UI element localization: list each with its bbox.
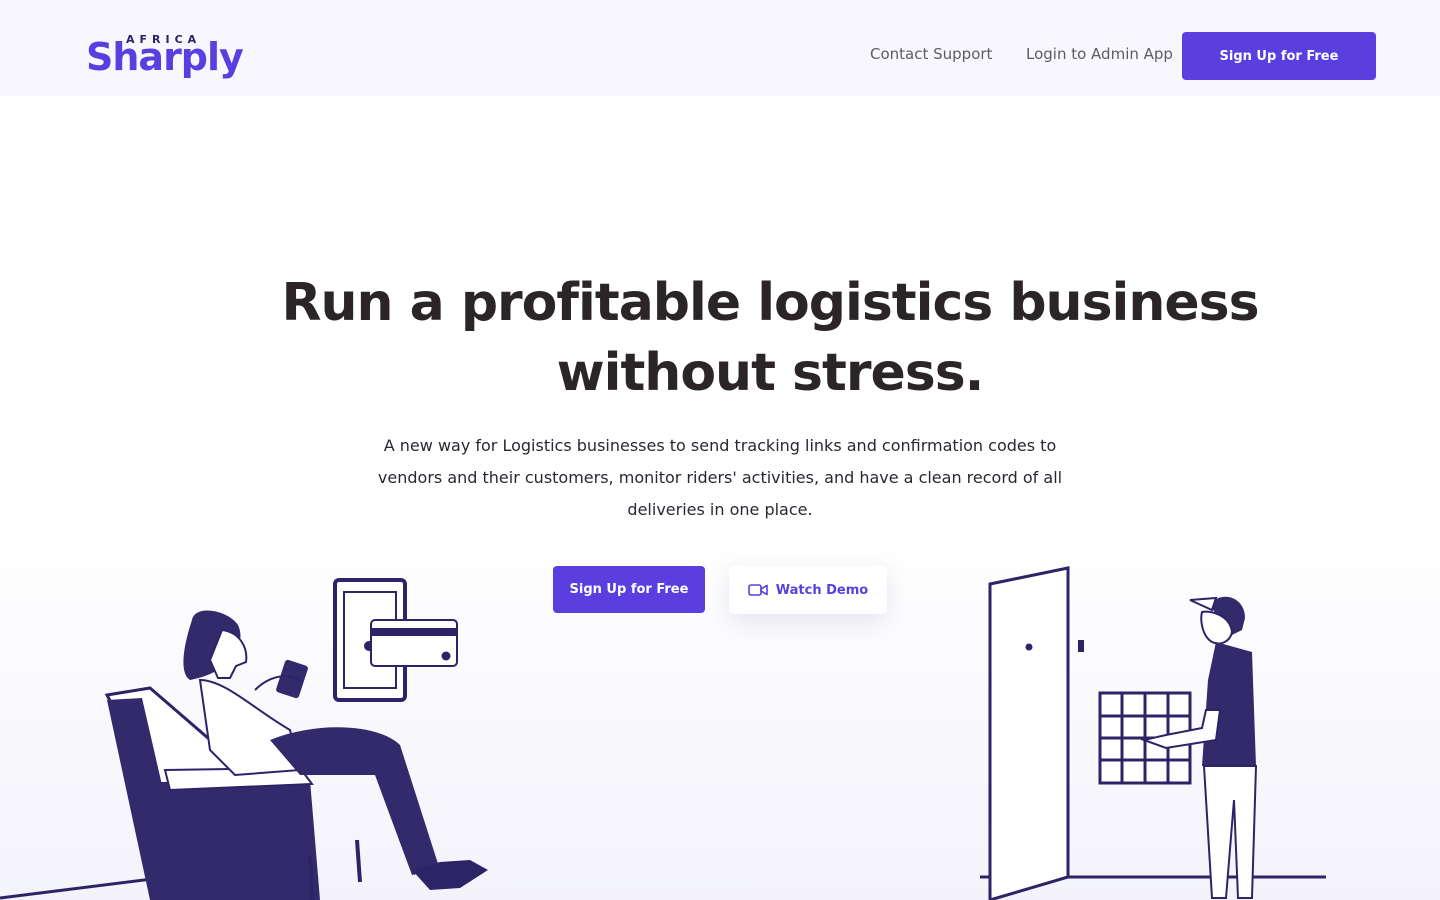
- header-signup-button[interactable]: Sign Up for Free: [1182, 32, 1376, 80]
- headline-line-2: without stress.: [556, 343, 985, 403]
- hero-signup-button[interactable]: Sign Up for Free: [553, 566, 705, 613]
- woman-armchair-illustration: [0, 578, 488, 900]
- courier-door-illustration: [980, 566, 1326, 900]
- logo-wordmark: Sharply: [86, 35, 244, 79]
- login-admin-link[interactable]: Login to Admin App: [1026, 45, 1173, 63]
- watch-demo-label: Watch Demo: [775, 582, 869, 598]
- contact-support-link[interactable]: Contact Support: [870, 45, 992, 63]
- video-camera-icon: [747, 584, 768, 596]
- brand-logo[interactable]: AFRICA Sharply: [86, 33, 246, 79]
- hero-description: A new way for Logistics businesses to se…: [360, 430, 1080, 526]
- description-line-2: vendors and their customers, monitor rid…: [377, 468, 1063, 487]
- hero-headline: Run a profitable logistics business with…: [220, 268, 1320, 408]
- description-line-1: A new way for Logistics businesses to se…: [383, 436, 1057, 455]
- headline-line-1: Run a profitable logistics business: [281, 273, 1259, 333]
- description-line-3: deliveries in one place.: [627, 500, 813, 519]
- watch-demo-button[interactable]: Watch Demo: [729, 566, 887, 614]
